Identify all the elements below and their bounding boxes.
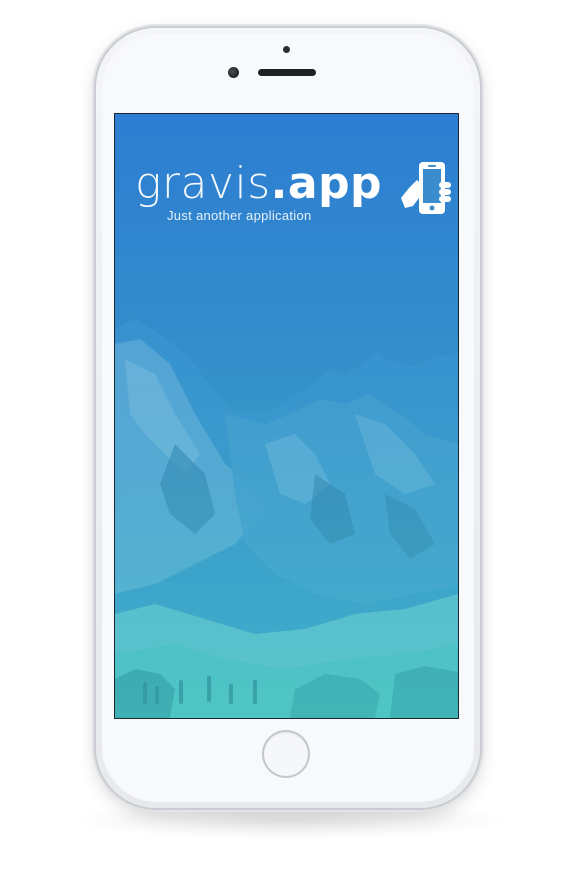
earpiece-speaker: [258, 69, 316, 76]
app-tagline: Just another application: [167, 208, 312, 223]
proximity-sensor: [283, 46, 290, 53]
logo-name-light: gravis: [135, 158, 271, 209]
device-mockup-stage: gravis.app Just another application: [0, 0, 580, 870]
app-logo: gravis.app Just another application: [135, 158, 451, 238]
home-button[interactable]: [262, 730, 310, 778]
front-camera-icon: [228, 67, 239, 78]
app-screen: gravis.app Just another application: [115, 114, 458, 718]
logo-name-bold: .app: [270, 158, 383, 209]
logo-wordmark: gravis.app: [135, 158, 382, 210]
hand-holding-phone-icon: [401, 162, 451, 214]
